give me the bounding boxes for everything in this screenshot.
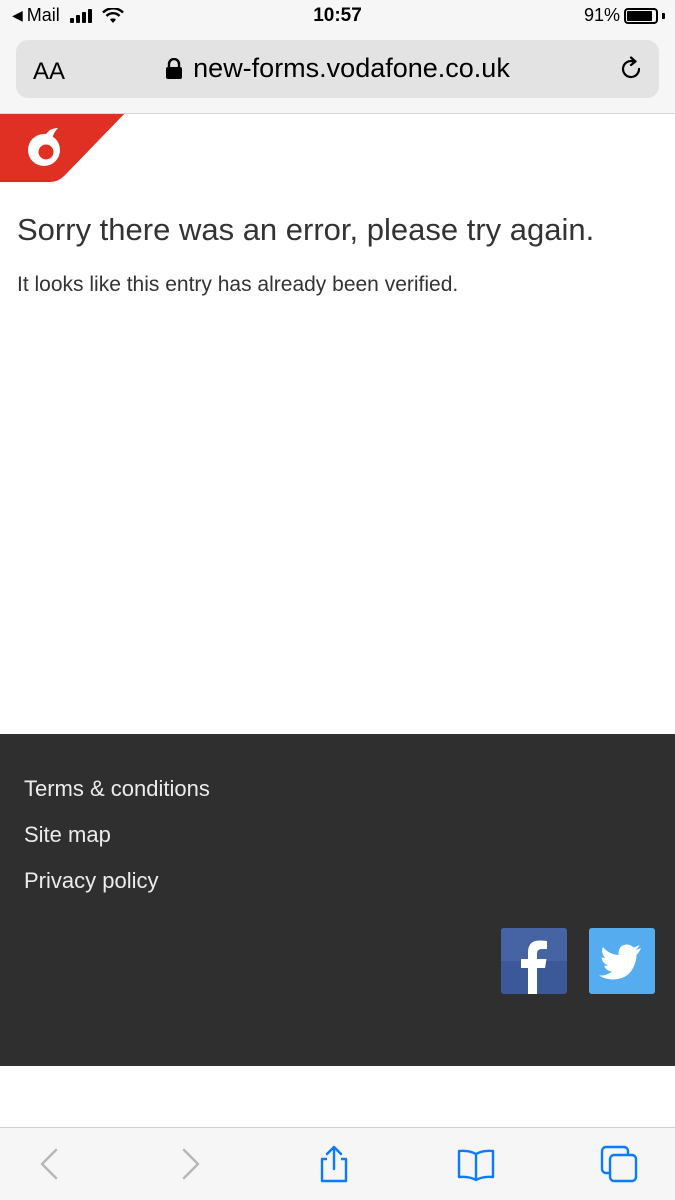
status-bar: ◀ Mail 10:57 91% <box>0 0 675 34</box>
vodafone-logo[interactable] <box>0 114 124 182</box>
address-bar[interactable]: AA new-forms.vodafone.co.uk <box>16 40 659 98</box>
twitter-icon[interactable] <box>589 928 655 994</box>
footer-links: Terms & conditions Site map Privacy poli… <box>24 776 210 914</box>
battery-fill <box>627 10 653 21</box>
tabs-icon[interactable] <box>599 1144 639 1184</box>
error-heading: Sorry there was an error, please try aga… <box>17 212 595 247</box>
site-map-link[interactable]: Site map <box>24 822 210 848</box>
forward-icon[interactable] <box>170 1144 210 1184</box>
battery-tip <box>662 12 665 19</box>
share-icon[interactable] <box>314 1144 354 1184</box>
back-icon[interactable] <box>30 1144 70 1184</box>
browser-toolbar <box>0 1127 675 1200</box>
reload-icon[interactable] <box>617 55 645 83</box>
bookmarks-icon[interactable] <box>456 1144 496 1184</box>
browser-header: AA new-forms.vodafone.co.uk <box>0 34 675 114</box>
battery-percent: 91% <box>583 5 620 25</box>
clock: 10:57 <box>313 5 362 26</box>
privacy-policy-link[interactable]: Privacy policy <box>24 868 210 894</box>
footer: Terms & conditions Site map Privacy poli… <box>0 734 675 1066</box>
facebook-icon[interactable] <box>501 928 567 994</box>
battery-icon <box>624 7 658 24</box>
error-message: It looks like this entry has already bee… <box>17 273 459 296</box>
url-display[interactable]: new-forms.vodafone.co.uk <box>16 53 659 84</box>
url-text: new-forms.vodafone.co.uk <box>193 53 510 83</box>
lock-icon <box>166 57 183 79</box>
social-links <box>501 928 655 994</box>
battery-indicator: 91% <box>584 5 665 26</box>
terms-link[interactable]: Terms & conditions <box>24 776 210 802</box>
